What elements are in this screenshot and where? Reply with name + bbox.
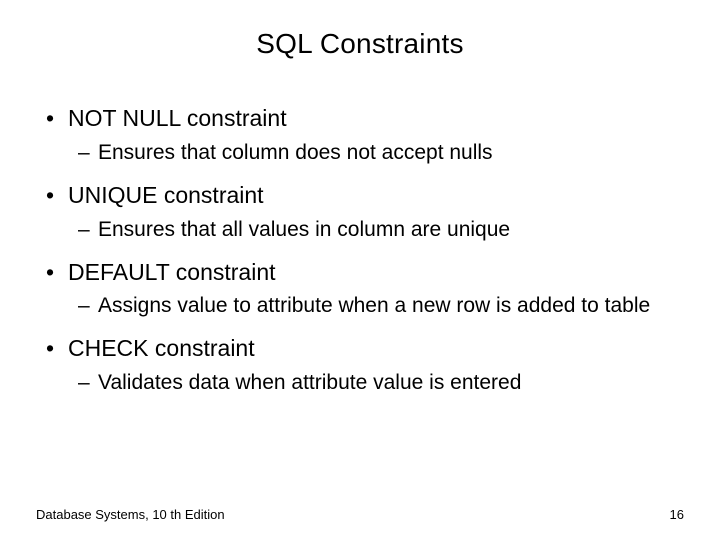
bullet-item: CHECK constraint [44, 334, 684, 364]
page-number: 16 [670, 507, 684, 522]
bullet-item: NOT NULL constraint [44, 104, 684, 134]
sub-item: Validates data when attribute value is e… [44, 370, 684, 397]
footer-source: Database Systems, 10 th Edition [36, 507, 225, 522]
slide-content: NOT NULL constraint Ensures that column … [36, 104, 684, 397]
bullet-item: DEFAULT constraint [44, 258, 684, 288]
sub-item: Ensures that column does not accept null… [44, 140, 684, 167]
slide-title: SQL Constraints [36, 28, 684, 60]
bullet-item: UNIQUE constraint [44, 181, 684, 211]
sub-item: Assigns value to attribute when a new ro… [44, 293, 684, 320]
sub-item: Ensures that all values in column are un… [44, 217, 684, 244]
slide-footer: Database Systems, 10 th Edition 16 [36, 507, 684, 522]
